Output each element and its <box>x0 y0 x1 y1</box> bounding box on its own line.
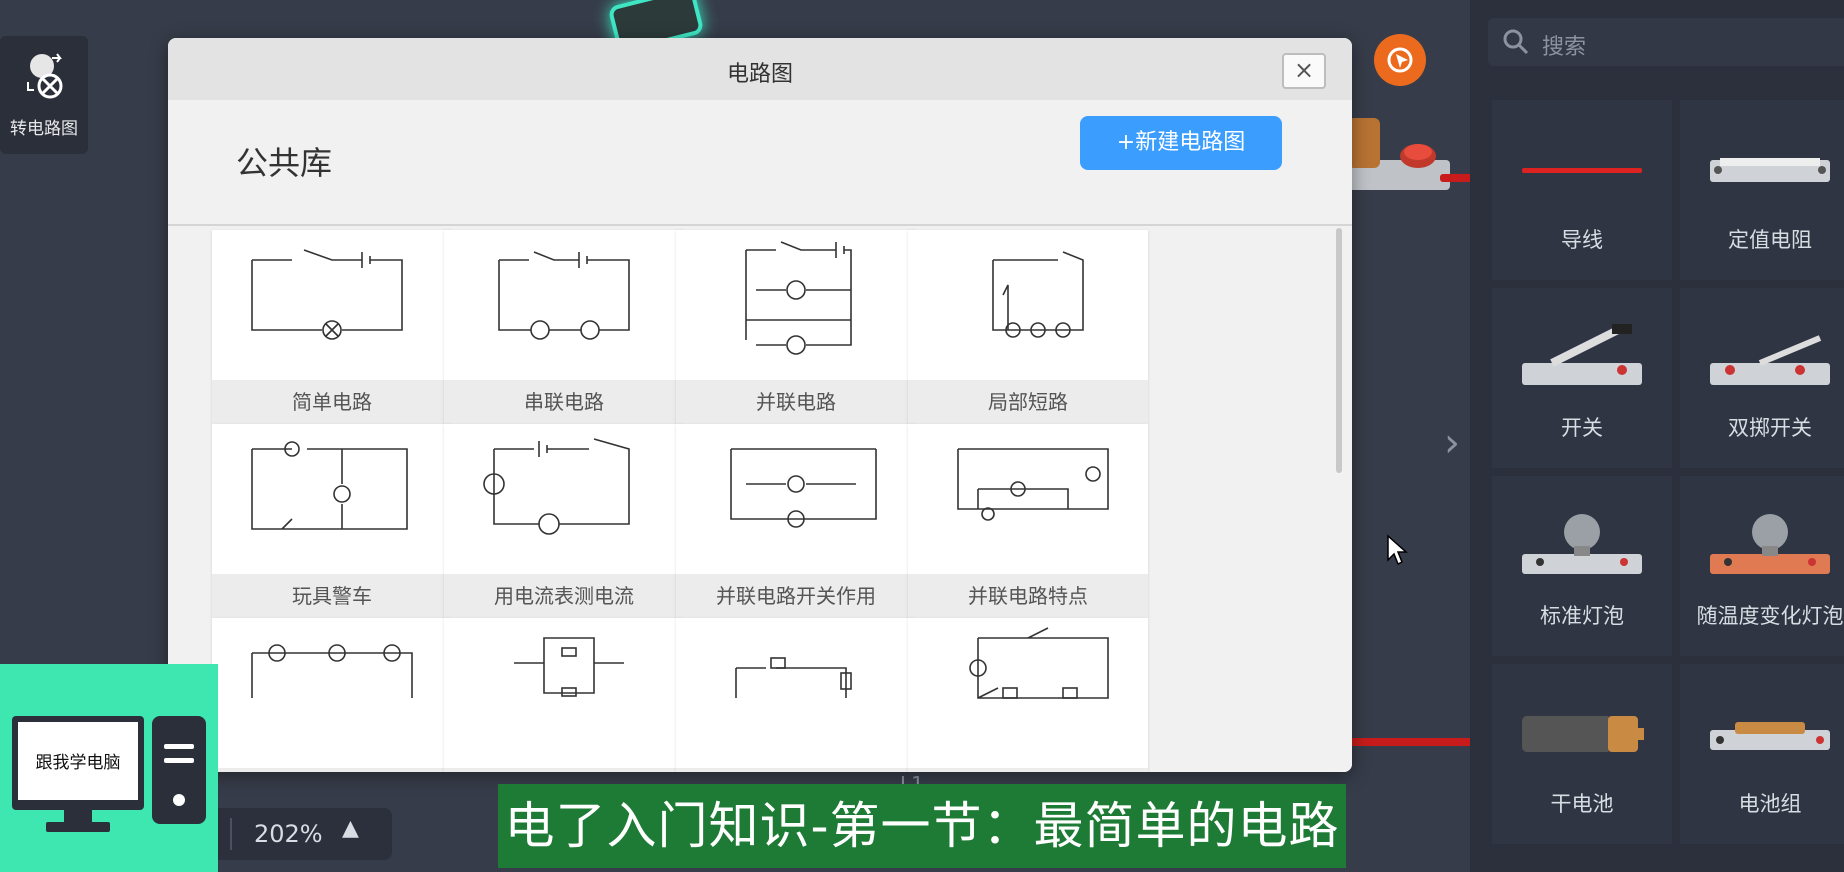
circuit-card[interactable] <box>676 618 916 772</box>
circuit-thumbnail <box>251 644 413 698</box>
circuit-thumbnail <box>730 448 877 528</box>
circuit-card-caption: 玩具警车 <box>212 574 452 618</box>
component-panel: 搜索 导线 定值电阻开关 双掷开关标准灯泡 随温度变化灯泡干电池 电池组 <box>1470 0 1844 872</box>
logo-text: 跟我学电脑 <box>35 753 121 773</box>
circuit-card-caption: 简单电路 <box>212 380 452 424</box>
circuit-grid: 简单电路 串联电路 并联电路 局部短路玩具警车 用电流表测电流 并联电路开关作用 并联电路特… <box>168 226 1352 772</box>
circuit-card-caption: 串联电路 <box>444 380 684 424</box>
circuit-thumbnail <box>957 448 1109 521</box>
circuit-card-caption: 并联电路开关作用 <box>676 574 916 618</box>
zoom-level: 202% <box>254 820 323 848</box>
circuit-card-caption <box>444 768 684 772</box>
circuit-convert-icon <box>27 53 63 99</box>
circuit-thumbnail <box>514 637 624 697</box>
chevron-right-icon[interactable]: › <box>1444 420 1460 466</box>
component-name: 导线 <box>1561 228 1603 252</box>
switch-icon <box>1522 324 1642 385</box>
scrollbar[interactable] <box>1336 228 1342 473</box>
circuit-card-caption: 用电流表测电流 <box>444 574 684 618</box>
component-name: 定值电阻 <box>1728 228 1812 252</box>
dialog-title: 电路图 <box>726 62 793 87</box>
component-name: 双掷开关 <box>1728 416 1812 440</box>
circuit-card[interactable]: 用电流表测电流 <box>444 424 684 618</box>
video-subtitle: 电了入门知识-第一节：最简单的电路 <box>498 784 1346 868</box>
bulb-icon <box>1522 514 1642 574</box>
close-button[interactable]: × <box>1282 53 1326 89</box>
component-name: 标准灯泡 <box>1540 604 1624 628</box>
component-name: 干电池 <box>1550 792 1614 816</box>
circuit-thumbnail <box>251 249 403 340</box>
component-wire[interactable]: 导线 <box>1492 100 1672 280</box>
battery-icon <box>1522 716 1644 752</box>
pc-tower-icon <box>152 716 206 824</box>
library-bar: 公共库 +新建电路图 <box>168 100 1352 226</box>
search-box[interactable]: 搜索 <box>1488 18 1844 66</box>
circuit-card[interactable]: 串联电路 <box>444 230 684 424</box>
chevron-up-icon[interactable]: ▲ <box>342 816 359 841</box>
library-title: 公共库 <box>236 144 333 182</box>
circuit-card[interactable]: 局部短路 <box>908 230 1148 424</box>
search-input[interactable]: 搜索 <box>1542 29 1586 61</box>
circuit-thumbnail <box>483 438 630 535</box>
double-throw-switch-icon <box>1710 335 1830 385</box>
circuit-card[interactable] <box>444 618 684 772</box>
circuit-thumbnail <box>992 251 1084 338</box>
mouse-cursor-icon <box>1387 534 1408 566</box>
circuit-card[interactable]: 玩具警车 <box>212 424 452 618</box>
circuit-thumbnail <box>735 657 852 698</box>
new-circuit-button[interactable]: +新建电路图 <box>1080 116 1282 170</box>
circuit-card[interactable] <box>908 618 1148 772</box>
battery-component[interactable] <box>1340 110 1450 200</box>
circuit-card-caption: 局部短路 <box>908 380 1148 424</box>
monitor-icon: 跟我学电脑 <box>12 716 144 810</box>
resistor-icon <box>1710 158 1830 182</box>
circuit-card-caption <box>212 768 452 772</box>
component-bulb[interactable]: 标准灯泡 <box>1492 476 1672 656</box>
component-bulb-temp[interactable]: 随温度变化灯泡 <box>1680 476 1844 656</box>
circuit-diagram-dialog: 电路图 × 公共库 +新建电路图 简单电路 串联电路 并联电路 局部短路玩具警车 用电流… <box>168 38 1352 772</box>
circuit-card[interactable]: 并联电路特点 <box>908 424 1148 618</box>
bulb-temp-icon <box>1710 514 1830 574</box>
component-battery[interactable]: 干电池 <box>1492 664 1672 844</box>
component-battery-pack[interactable]: 电池组 <box>1680 664 1844 844</box>
pointer-icon <box>1387 47 1413 73</box>
convert-to-circuit-diagram-button[interactable]: 转电路图 <box>0 36 88 154</box>
circuit-thumbnail <box>969 627 1109 699</box>
battery-pack-icon <box>1710 722 1830 750</box>
pointer-mode-button[interactable] <box>1374 34 1426 86</box>
dialog-header: 电路图 × <box>168 38 1352 100</box>
circuit-card[interactable]: 并联电路 <box>676 230 916 424</box>
circuit-card-caption <box>676 768 916 772</box>
component-name: 开关 <box>1561 416 1603 440</box>
circuit-card-caption: 并联电路 <box>676 380 916 424</box>
component-name: 随温度变化灯泡 <box>1696 604 1844 628</box>
component-switch[interactable]: 开关 <box>1492 288 1672 468</box>
wire-icon <box>1522 168 1642 173</box>
tool-label: 转电路图 <box>10 119 78 139</box>
circuit-thumbnail <box>745 241 852 355</box>
component-name: 电池组 <box>1738 792 1802 816</box>
zoom-control[interactable]: 202% ▲ <box>218 808 392 860</box>
component-double-throw-switch[interactable]: 双掷开关 <box>1680 288 1844 468</box>
circuit-card-caption: 并联电路特点 <box>908 574 1148 618</box>
circuit-card[interactable]: 并联电路开关作用 <box>676 424 916 618</box>
circuit-thumbnail <box>498 251 630 340</box>
circuit-card[interactable] <box>212 618 452 772</box>
channel-logo: 跟我学电脑 <box>0 664 218 872</box>
search-icon <box>1503 29 1529 55</box>
circuit-card-caption <box>908 768 1148 772</box>
circuit-card[interactable]: 简单电路 <box>212 230 452 424</box>
circuit-thumbnail <box>251 441 408 530</box>
component-resistor[interactable]: 定值电阻 <box>1680 100 1844 280</box>
